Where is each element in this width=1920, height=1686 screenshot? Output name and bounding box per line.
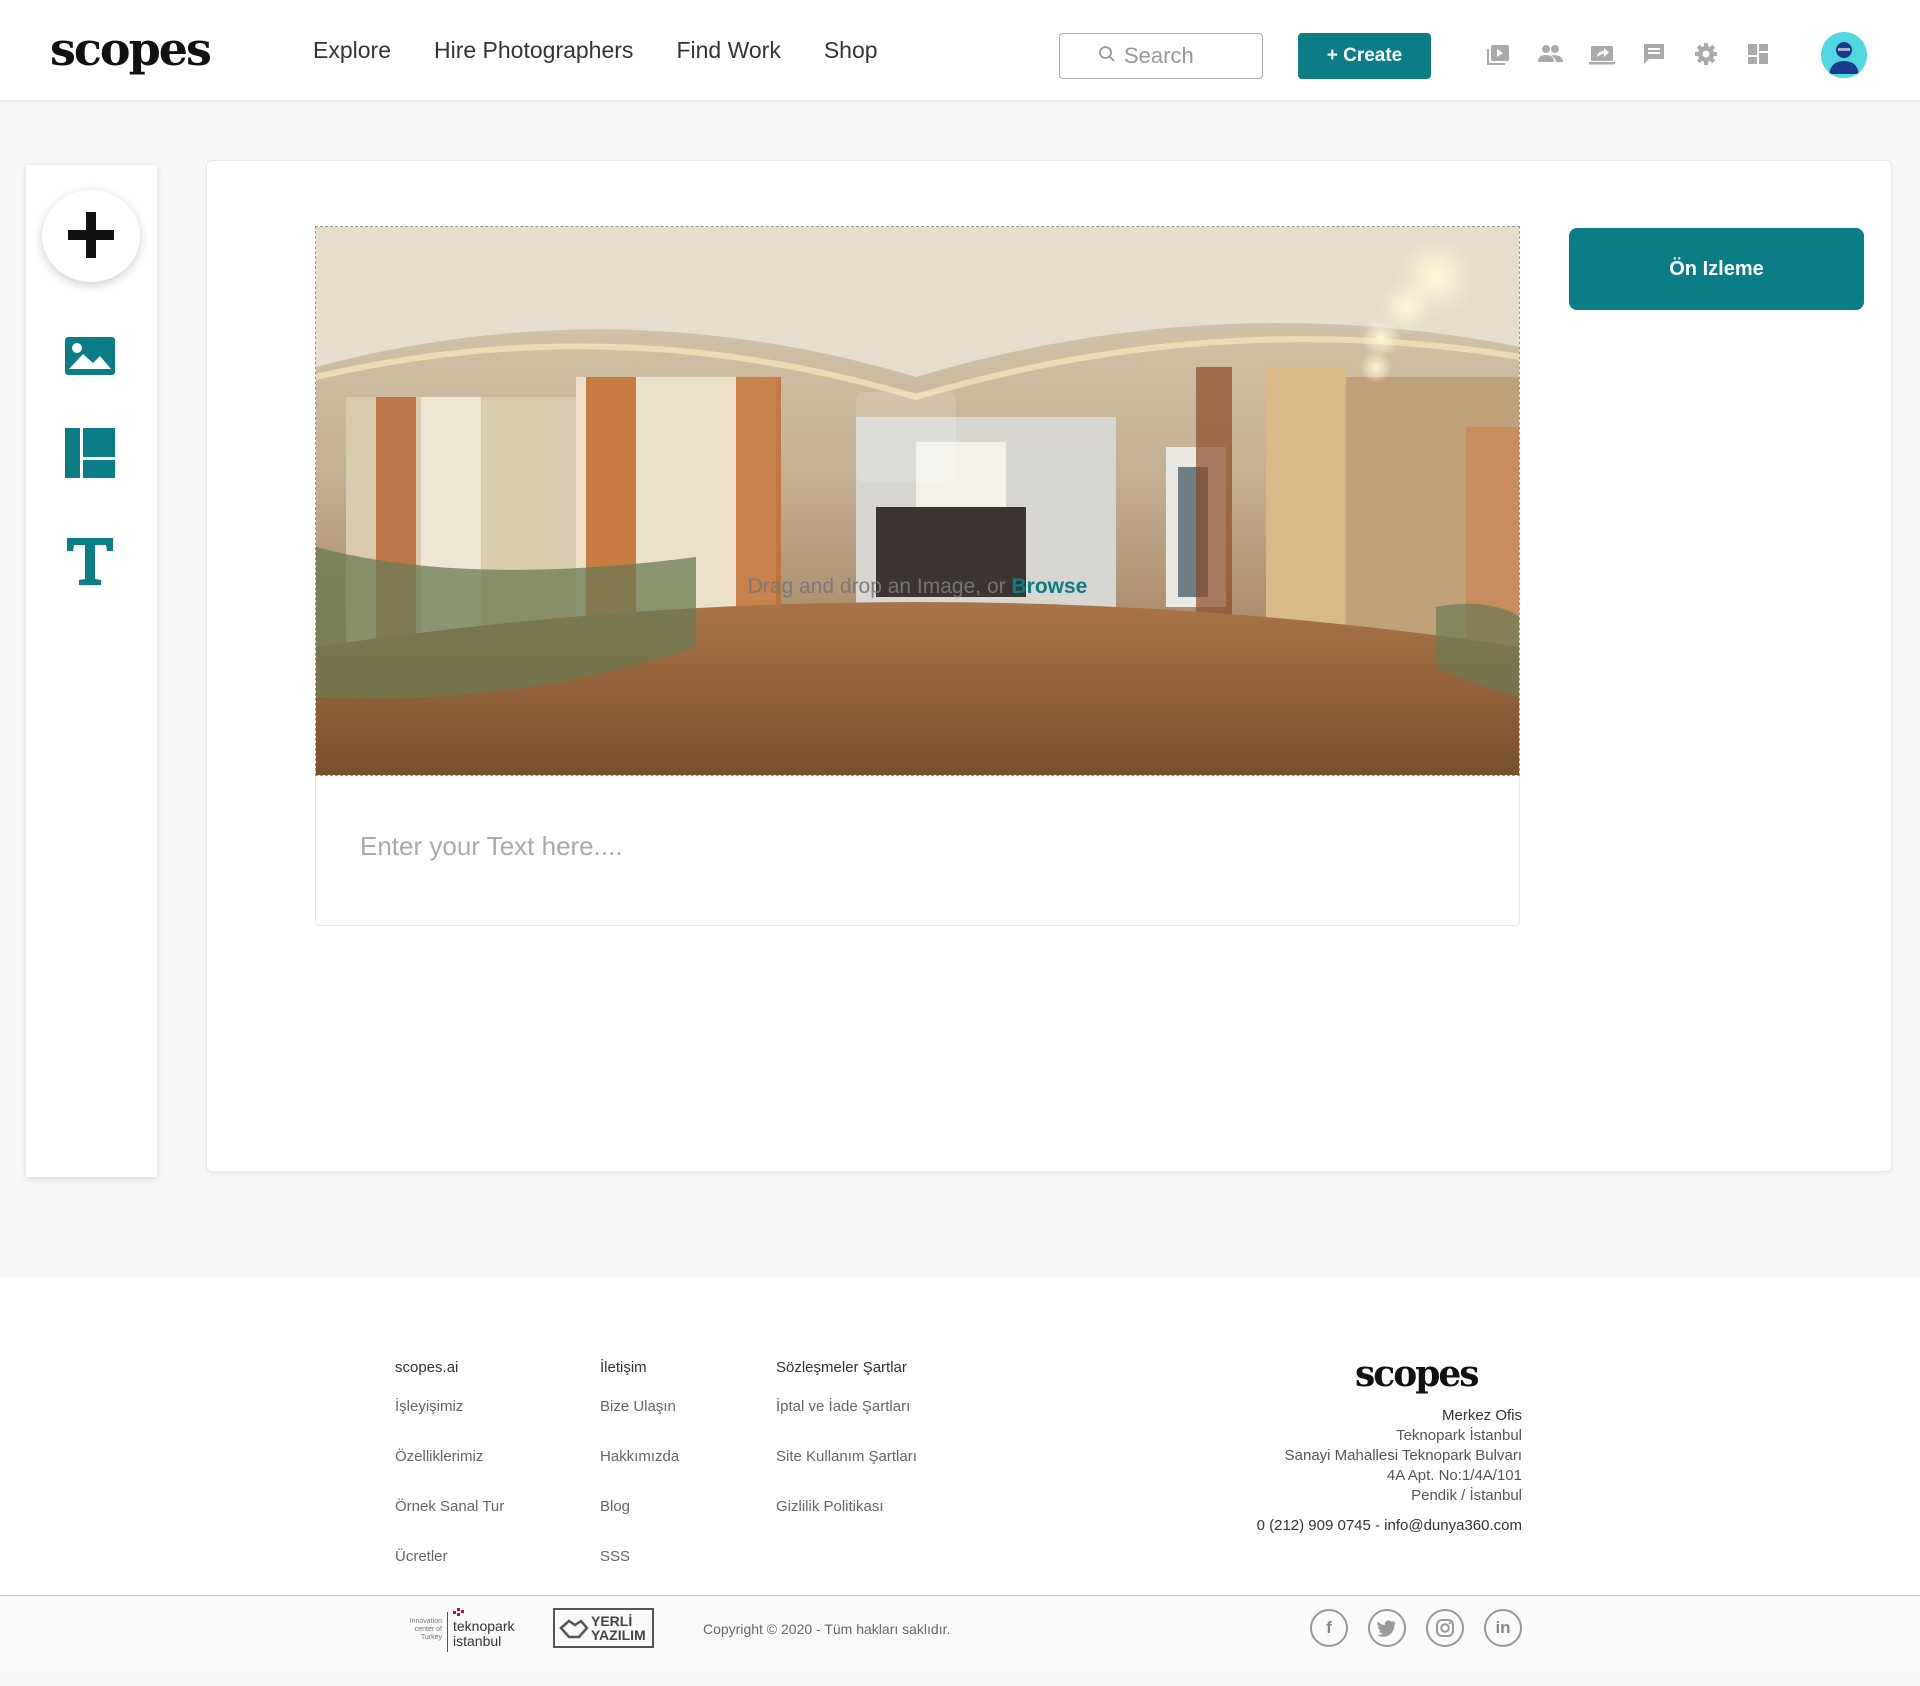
layout-icon	[64, 427, 116, 483]
image-dropzone[interactable]: Drag and drop an Image, or Browse	[315, 226, 1520, 776]
drop-text-label: Drag and drop an Image, or	[747, 575, 1006, 598]
image-icon	[63, 335, 117, 381]
footer-link[interactable]: İşleyişimiz	[395, 1398, 504, 1448]
footer-link[interactable]: Bize Ulaşın	[600, 1398, 679, 1448]
nav-shop[interactable]: Shop	[824, 37, 878, 64]
address-line: Pendik / İstanbul	[1411, 1487, 1522, 1504]
address-line: Teknopark İstanbul	[1396, 1427, 1522, 1444]
footer-bottom-bar: Innovation center of Turkey teknopark is…	[0, 1596, 1920, 1671]
footer-column-contracts: Sözleşmeler Şartlar İptal ve İade Şartla…	[776, 1359, 917, 1548]
footer-column-title: Sözleşmeler Şartlar	[776, 1359, 907, 1376]
partner1-name-line: teknopark	[453, 1618, 515, 1634]
footer-link[interactable]: Blog	[600, 1498, 679, 1548]
footer-link[interactable]: SSS	[600, 1548, 679, 1598]
dropzone-instructions: Drag and drop an Image, or Browse	[316, 575, 1519, 599]
teknopark-istanbul-logo: Innovation center of Turkey teknopark is…	[398, 1606, 514, 1652]
footer-column-scopes: scopes.ai İşleyişimiz Özelliklerimiz Örn…	[395, 1359, 504, 1598]
nav-find-work[interactable]: Find Work	[676, 37, 780, 64]
office-title: Merkez Ofis	[1441, 1407, 1522, 1424]
scopes-logo[interactable]: scopes	[50, 26, 212, 72]
partner2-name-line: YERLİ	[591, 1613, 633, 1629]
search-input[interactable]	[1124, 43, 1224, 69]
partner1-small-line: Innovation	[409, 1618, 442, 1625]
top-header: scopes Explore Hire Photographers Find W…	[0, 0, 1920, 100]
footer-link[interactable]: Ücretler	[395, 1548, 504, 1598]
instagram-icon[interactable]	[1426, 1609, 1464, 1647]
add-icon	[65, 209, 117, 264]
preview-button[interactable]: Ön Izleme	[1569, 228, 1864, 310]
image-tool-button[interactable]	[62, 330, 118, 386]
address-line: Sanayi Mahallesi Teknopark Bulvarı	[1284, 1447, 1522, 1464]
footer-column-title: İletişim	[600, 1359, 647, 1376]
contact-info: 0 (212) 909 0745 - info@dunya360.com	[1256, 1517, 1522, 1534]
gear-icon[interactable]	[1692, 40, 1720, 68]
editor-card: Drag and drop an Image, or Browse Enter …	[206, 160, 1892, 1172]
main-nav: Explore Hire Photographers Find Work Sho…	[313, 0, 878, 100]
video-library-icon[interactable]	[1484, 40, 1512, 68]
nav-explore[interactable]: Explore	[313, 37, 391, 64]
address-line: 4A Apt. No:1/4A/101	[1386, 1467, 1522, 1484]
footer-link[interactable]: Site Kullanım Şartları	[776, 1448, 917, 1498]
dashboard-icon[interactable]	[1744, 40, 1772, 68]
twitter-icon[interactable]	[1368, 1609, 1406, 1647]
header-icons	[1484, 40, 1772, 68]
footer-link[interactable]: Örnek Sanal Tur	[395, 1498, 504, 1548]
create-button[interactable]: + Create	[1298, 33, 1431, 79]
office-address: Merkez Ofis Teknopark İstanbul Sanayi Ma…	[1200, 1406, 1522, 1506]
chat-icon[interactable]	[1640, 40, 1668, 68]
text-input-area[interactable]: Enter your Text here....	[315, 776, 1520, 926]
people-icon[interactable]	[1536, 40, 1564, 68]
teknopark-mark-icon	[453, 1608, 464, 1616]
footer-column-title: scopes.ai	[395, 1359, 459, 1376]
linkedin-icon[interactable]: in	[1484, 1609, 1522, 1647]
tool-sidebar	[26, 165, 157, 1177]
footer-link[interactable]: İptal ve İade Şartları	[776, 1398, 917, 1448]
footer-column-contact: İletişim Bize Ulaşın Hakkımızda Blog SSS	[600, 1359, 679, 1598]
text-icon	[64, 535, 116, 591]
footer-link[interactable]: Özelliklerimiz	[395, 1448, 504, 1498]
browse-link[interactable]: Browse	[1011, 575, 1087, 598]
yerli-yazilim-logo: YERLİ YAZILIM	[553, 1608, 654, 1648]
partner1-small-line: Turkey	[420, 1634, 442, 1641]
user-avatar[interactable]	[1821, 32, 1867, 78]
copyright-text: Copyright © 2020 - Tüm hakları saklıdır.	[703, 1621, 951, 1637]
partner1-name-line: istanbul	[453, 1633, 502, 1649]
footer-link[interactable]: Gizlilik Politikası	[776, 1498, 917, 1548]
panorama-image	[316, 227, 1519, 775]
site-footer: scopes.ai İşleyişimiz Özelliklerimiz Örn…	[0, 1277, 1920, 1671]
nav-hire-photographers[interactable]: Hire Photographers	[434, 37, 633, 64]
facebook-icon[interactable]: f	[1310, 1609, 1348, 1647]
search-icon	[1098, 43, 1116, 69]
share-screen-icon[interactable]	[1588, 40, 1616, 68]
add-block-button[interactable]	[42, 190, 140, 282]
text-tool-button[interactable]	[62, 535, 118, 591]
footer-logo[interactable]: scopes	[1355, 1353, 1480, 1395]
footer-link[interactable]: Hakkımızda	[600, 1448, 679, 1498]
handshake-icon	[559, 1619, 589, 1639]
search-box[interactable]	[1059, 33, 1263, 79]
partner1-small-line: center of	[414, 1626, 442, 1633]
text-placeholder: Enter your Text here....	[360, 831, 623, 861]
partner2-name-line: YAZILIM	[591, 1627, 646, 1643]
layout-tool-button[interactable]	[62, 427, 118, 483]
